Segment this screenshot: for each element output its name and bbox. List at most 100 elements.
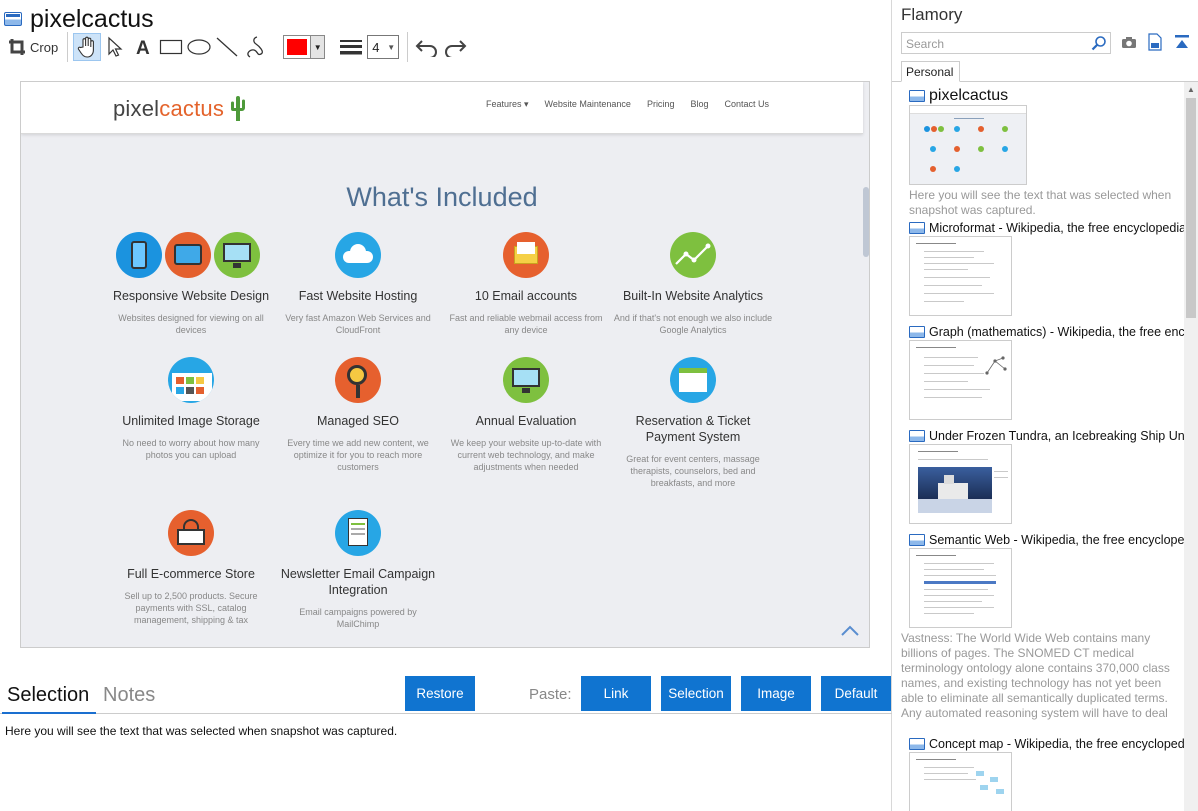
- hand-tool-button[interactable]: [73, 33, 102, 61]
- line-tool-button[interactable]: [213, 33, 241, 61]
- nav-pricing[interactable]: Pricing: [647, 99, 675, 110]
- flamory-window: pixelcactus Crop A ▼ 4 ▼ pixelcactus Fea…: [0, 0, 1198, 811]
- camera-icon[interactable]: [1121, 35, 1137, 49]
- analytics-icon: [670, 232, 716, 278]
- chevron-up-icon[interactable]: [841, 625, 859, 637]
- tab-selection[interactable]: Selection: [7, 684, 89, 707]
- color-picker[interactable]: ▼: [283, 35, 326, 59]
- search-input[interactable]: Search: [901, 32, 1111, 54]
- scrollbar-thumb[interactable]: [1186, 98, 1196, 318]
- nav-blog[interactable]: Blog: [690, 99, 708, 110]
- gallery-icon: [168, 357, 214, 403]
- redo-icon: [445, 40, 467, 57]
- tab-notes[interactable]: Notes: [103, 684, 155, 707]
- selected-text[interactable]: Here you will see the text that was sele…: [5, 724, 397, 738]
- nav-contact-us[interactable]: Contact Us: [724, 99, 769, 110]
- paste-default-button[interactable]: Default: [821, 676, 891, 711]
- section-title: What's Included: [346, 182, 538, 212]
- rectangle-tool-button[interactable]: [157, 33, 185, 61]
- feature-image-storage: Unlimited Image Storage No need to worry…: [111, 357, 271, 461]
- snapshot-thumbnail: [909, 444, 1012, 524]
- feature-analytics: Built-In Website Analytics And if that's…: [613, 232, 773, 336]
- page-icon: [4, 12, 22, 26]
- mobile-icon: [116, 232, 162, 278]
- snapshot-thumbnail: [909, 340, 1012, 420]
- feature-responsive-design: Responsive Website Design Websites desig…: [111, 232, 271, 336]
- monitor-icon: [503, 357, 549, 403]
- undo-icon: [415, 40, 438, 57]
- paste-label: Paste:: [529, 686, 572, 703]
- feature-title: Managed SEO: [317, 414, 399, 428]
- site-logo[interactable]: pixelcactus: [113, 96, 224, 122]
- feature-desc: Sell up to 2,500 products. Secure paymen…: [124, 591, 258, 625]
- page-icon: [909, 738, 925, 750]
- search-icon[interactable]: [1091, 35, 1107, 51]
- chevron-down-icon: ▼: [310, 36, 325, 58]
- line-weight-icon: [340, 40, 363, 55]
- document-icon[interactable]: [1148, 33, 1162, 51]
- feature-desc: Very fast Amazon Web Services and CloudF…: [285, 313, 431, 335]
- list-item-title: Under Frozen Tundra, an Icebreaking Ship…: [929, 429, 1184, 443]
- list-item[interactable]: pixelcactus Here you will see the text t…: [909, 87, 1184, 218]
- feature-desc: And if that's not enough we also include…: [613, 313, 773, 335]
- calendar-icon: [670, 357, 716, 403]
- paste-image-button[interactable]: Image: [741, 676, 811, 711]
- list-item[interactable]: Semantic Web - Wikipedia, the free encyc…: [901, 533, 1184, 723]
- sidebar-scrollbar[interactable]: ▲: [1184, 82, 1198, 811]
- list-item[interactable]: Under Frozen Tundra, an Icebreaking Ship…: [909, 429, 1184, 524]
- undo-button[interactable]: [413, 33, 441, 61]
- tablet-icon: [165, 232, 211, 278]
- page-icon: [909, 534, 925, 546]
- paste-link-button[interactable]: Link: [581, 676, 651, 711]
- ellipse-tool-button[interactable]: [185, 33, 213, 61]
- site-nav: Features ▾ Website Maintenance Pricing B…: [486, 99, 769, 110]
- freehand-icon: [247, 36, 264, 58]
- redo-button[interactable]: [441, 33, 469, 61]
- feature-annual-evaluation: Annual Evaluation We keep your website u…: [446, 357, 606, 473]
- feature-fast-hosting: Fast Website Hosting Very fast Amazon We…: [278, 232, 438, 336]
- restore-button[interactable]: Restore: [405, 676, 475, 711]
- ellipse-icon: [187, 39, 211, 55]
- text-icon: A: [136, 38, 150, 57]
- scroll-up-icon[interactable]: ▲: [1187, 85, 1195, 94]
- svg-text:A: A: [136, 38, 150, 57]
- flamory-sidebar: Flamory Search Personal pixelcactus Here…: [892, 0, 1198, 811]
- stroke-width-select[interactable]: 4 ▼: [367, 35, 400, 59]
- feature-desc: Websites designed for viewing on all dev…: [118, 313, 264, 335]
- chevron-down-icon: ▼: [387, 42, 396, 52]
- text-tool-button[interactable]: A: [129, 33, 157, 61]
- snapshot-scrollbar[interactable]: [863, 187, 869, 257]
- page-icon: [909, 90, 925, 102]
- feature-title: Fast Website Hosting: [298, 289, 418, 303]
- sidebar-title: Flamory: [901, 5, 963, 24]
- cactus-icon: [231, 96, 245, 121]
- crop-label: Crop: [30, 39, 59, 55]
- select-tool-button[interactable]: [101, 33, 129, 61]
- email-icon: [503, 232, 549, 278]
- active-tab-indicator: [2, 712, 96, 714]
- snapshot-thumbnail: [909, 105, 1027, 185]
- collapse-top-icon[interactable]: [1174, 34, 1190, 50]
- feature-title: Annual Evaluation: [475, 414, 577, 428]
- paste-selection-button[interactable]: Selection: [661, 676, 731, 711]
- feature-managed-seo: Managed SEO Every time we add new conten…: [278, 357, 438, 473]
- feature-newsletter: Newsletter Email Campaign Integration Em…: [278, 510, 438, 630]
- crop-button[interactable]: Crop: [4, 33, 62, 61]
- nav-website-maintenance[interactable]: Website Maintenance: [545, 99, 631, 110]
- feature-desc: Great for event centers, massage therapi…: [626, 454, 760, 488]
- list-item[interactable]: Graph (mathematics) - Wikipedia, the fre…: [909, 325, 1184, 420]
- list-item[interactable]: Concept map - Wikipedia, the free encycl…: [909, 737, 1184, 811]
- pointer-icon: [108, 36, 123, 57]
- snapshot-canvas[interactable]: pixelcactus Features ▾ Website Maintenan…: [20, 81, 870, 648]
- line-style-button[interactable]: [337, 33, 365, 61]
- toolbar-divider: [67, 32, 69, 62]
- page-icon: [909, 430, 925, 442]
- list-item-title: Microformat - Wikipedia, the free encycl…: [929, 221, 1184, 235]
- feature-title: Responsive Website Design: [112, 289, 270, 303]
- nav-features[interactable]: Features ▾: [486, 99, 529, 110]
- feature-email-accounts: 10 Email accounts Fast and reliable webm…: [446, 232, 606, 336]
- list-item[interactable]: Microformat - Wikipedia, the free encycl…: [909, 221, 1184, 316]
- tab-personal[interactable]: Personal: [901, 61, 960, 82]
- snapshot-list: pixelcactus Here you will see the text t…: [892, 82, 1184, 811]
- freehand-tool-button[interactable]: [241, 33, 269, 61]
